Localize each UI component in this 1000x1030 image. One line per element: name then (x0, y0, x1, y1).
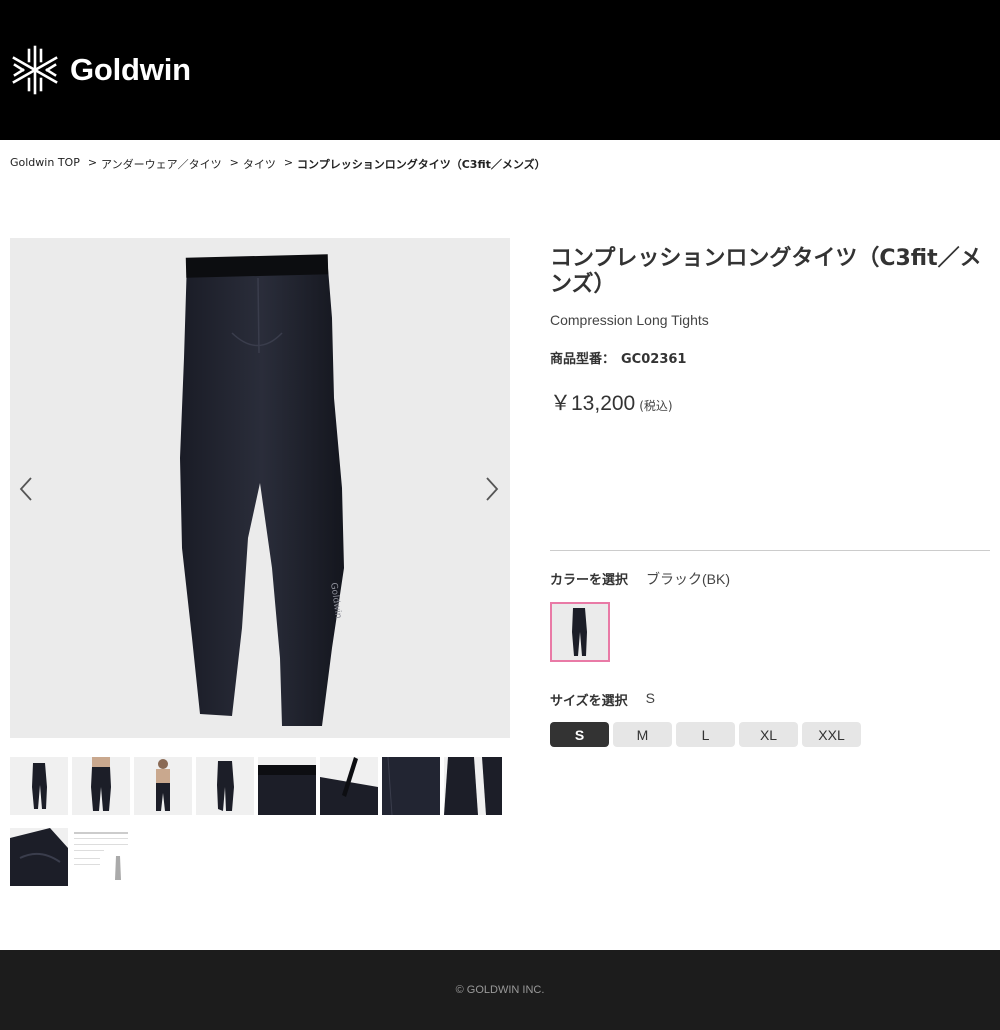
breadcrumb-separator: > (87, 156, 98, 169)
brand-name: Goldwin (70, 52, 191, 87)
size-selected-value: S (645, 690, 655, 706)
breadcrumb-link-tights[interactable]: タイツ (243, 156, 276, 172)
size-option-m[interactable]: M (613, 722, 672, 747)
size-option-xl[interactable]: XL (739, 722, 798, 747)
gallery-prev-button[interactable] (16, 474, 36, 504)
product-sku: 商品型番： GC02361 (550, 348, 990, 367)
product-title: コンプレッションロングタイツ（C3fit／メンズ） (550, 246, 982, 297)
thumbnail-model-full[interactable] (134, 757, 192, 815)
site-footer: © GOLDWIN INC. (0, 950, 1000, 1030)
color-selected-value: ブラック(BK) (646, 571, 731, 587)
thumbnail-fabric[interactable] (382, 757, 440, 815)
price-amount: ￥13,200 (550, 392, 636, 415)
size-options: S M L XL XXL (550, 722, 861, 747)
brand-logo[interactable]: Goldwin (10, 45, 191, 95)
site-header: Goldwin (0, 0, 1000, 140)
breadcrumb-link-top[interactable]: Goldwin TOP (10, 156, 80, 172)
breadcrumb-separator: > (229, 156, 239, 169)
gallery-next-button[interactable] (482, 474, 502, 504)
size-selector-header: サイズを選択 S (550, 690, 655, 709)
thumbnail-side[interactable] (196, 757, 254, 815)
color-swatch-image (572, 608, 587, 656)
thumbnail-waistband[interactable] (258, 757, 316, 815)
breadcrumb: Goldwin TOP > アンダーウェア／タイツ > タイツ > コンプレッシ… (10, 156, 546, 172)
thumbnail-model-front[interactable] (72, 757, 130, 815)
sku-value: GC02361 (621, 352, 687, 367)
product-info: コンプレッションロングタイツ（C3fit／メンズ） Compression Lo… (550, 246, 990, 417)
color-swatch-black[interactable] (550, 602, 610, 662)
thumbnail-logo[interactable] (444, 757, 502, 815)
product-price: ￥13,200 (税込) (550, 387, 990, 417)
footer-copyright: © GOLDWIN INC. (455, 984, 545, 996)
thumbnail-fabric-stretch[interactable] (10, 828, 68, 886)
size-option-s[interactable]: S (550, 722, 609, 747)
breadcrumb-current: コンプレッションロングタイツ（C3fit／メンズ） (297, 158, 546, 171)
color-selector-header: カラーを選択 ブラック(BK) (550, 569, 730, 589)
price-tax-note: (税込) (639, 399, 673, 413)
color-label: カラーを選択 (550, 573, 629, 588)
size-option-l[interactable]: L (676, 722, 735, 747)
product-subtitle: Compression Long Tights (550, 312, 709, 328)
tights-image: Goldwin (180, 254, 344, 726)
breadcrumb-link-underwear[interactable]: アンダーウェア／タイツ (101, 156, 222, 172)
goldwin-snowflake-logo-icon (12, 45, 58, 95)
size-option-xxl[interactable]: XXL (802, 722, 861, 747)
breadcrumb-separator: > (283, 156, 294, 169)
size-label: サイズを選択 (550, 694, 628, 709)
thumbnail-front-full[interactable] (10, 757, 68, 815)
thumbnail-size-chart[interactable] (72, 828, 130, 886)
sku-label: 商品型番： (550, 352, 616, 367)
thumbnail-waistband-open[interactable] (320, 757, 378, 815)
section-divider (550, 550, 990, 551)
product-main-image[interactable]: Goldwin (10, 238, 510, 738)
